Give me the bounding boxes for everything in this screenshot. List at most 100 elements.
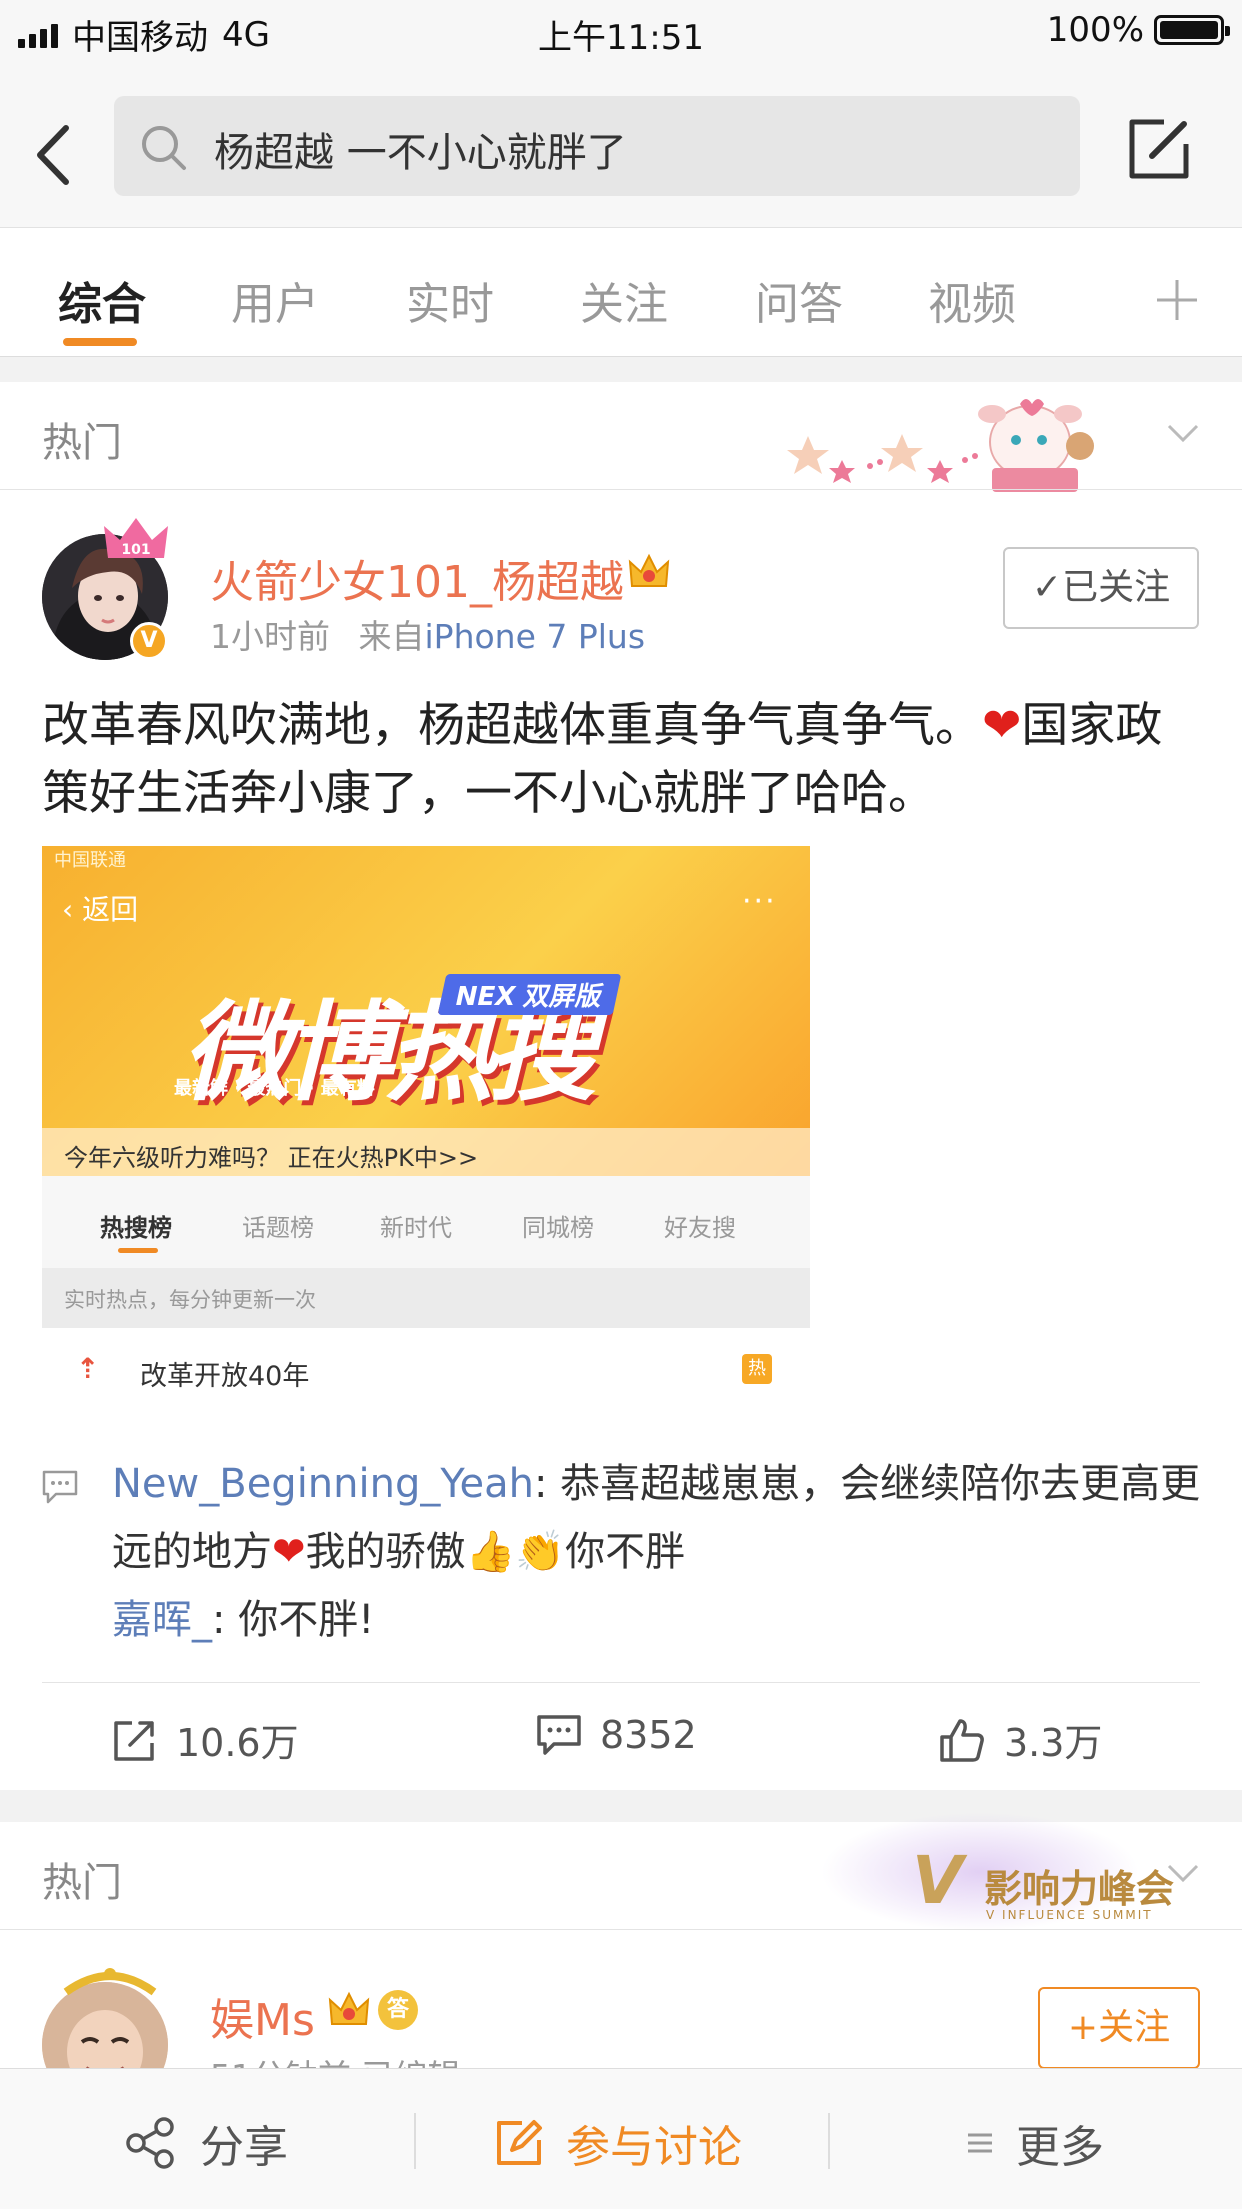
battery-percent: 100%	[1046, 10, 1144, 50]
share-button[interactable]: 分享	[124, 2111, 288, 2175]
back-button[interactable]	[30, 120, 80, 190]
bottom-separator	[414, 2113, 416, 2169]
search-query: 杨超越 一不小心就胖了	[214, 130, 627, 176]
repost-count: 10.6万	[176, 1721, 299, 1765]
check-icon: ✓	[1031, 567, 1063, 608]
image-top-pin-icon: ⇡	[76, 1352, 100, 1385]
status-right: 100%	[1046, 10, 1230, 50]
svg-text:101: 101	[121, 542, 150, 558]
image-tab-local: 同城榜	[522, 1214, 594, 1242]
image-back-text: 返回	[82, 893, 139, 926]
search-icon	[142, 126, 186, 170]
post-card: 热门 V 影响力峰会 V INFLUENCE SUMMIT 娱Ms 答 51分钟…	[0, 1812, 1242, 2108]
summit-banner-sub: V INFLUENCE SUMMIT	[986, 1908, 1153, 1922]
author-name[interactable]: 火箭少女101_杨超越	[210, 546, 624, 610]
summit-v-icon: V	[912, 1842, 964, 1919]
answerer-badge-icon: 答	[378, 1990, 418, 2030]
summit-banner-title: 影响力峰会	[984, 1867, 1175, 1911]
verified-badge-icon: V	[130, 622, 168, 660]
clap-emoji-icon: 👏	[515, 1529, 566, 1575]
post-meta: 1小时前 来自iPhone 7 Plus	[210, 610, 645, 658]
tab-comprehensive[interactable]: 综合	[58, 268, 146, 332]
crown-icon: 101	[104, 518, 168, 558]
comment-text-end: 你不胖	[565, 1529, 686, 1575]
image-promo: 今年六级听力难吗？ 正在火热PK中>>	[64, 1144, 479, 1172]
tab-video[interactable]: 视频	[928, 268, 1016, 332]
section-label-hot: 热门	[42, 1860, 122, 1906]
comment-count: 8352	[600, 1713, 697, 1757]
actions-divider	[42, 1682, 1200, 1683]
compose-icon	[1129, 119, 1189, 179]
followed-button[interactable]: ✓已关注	[1003, 547, 1199, 629]
like-icon	[940, 1718, 984, 1762]
heart-emoji-icon: ❤	[982, 698, 1022, 753]
decorative-sticker-icon	[787, 399, 1094, 492]
comment-user[interactable]: 嘉晖_	[112, 1597, 212, 1643]
comment-text-part2: 我的骄傲	[305, 1529, 466, 1575]
compose-button[interactable]	[1124, 114, 1194, 184]
post-text: 改革春风吹满地，杨超越体重真争气真争气。❤国家政策好生活奔小康了，一不小心就胖了…	[42, 692, 1202, 828]
more-button[interactable]: 更多	[966, 2111, 1104, 2175]
image-more-icon: ···	[742, 884, 777, 919]
comment-sep: :	[533, 1461, 561, 1507]
tab-following[interactable]: 关注	[580, 268, 668, 332]
repost-icon	[114, 1720, 154, 1761]
image-tab-topics: 话题榜	[242, 1214, 314, 1242]
status-bar: 中国移动 4G 上午11:51 100%	[0, 0, 1242, 62]
post-text-part1: 改革春风吹满地，杨超越体重真争气真争气。	[42, 698, 982, 753]
tab-users[interactable]: 用户	[231, 268, 319, 332]
image-hot-badge: 热	[742, 1354, 772, 1384]
bottom-action-bar: 分享 参与讨论 更多	[0, 2068, 1242, 2209]
tab-realtime[interactable]: 实时	[406, 268, 494, 332]
comment-button[interactable]: 8352	[536, 1712, 697, 1758]
member-crown-icon	[328, 1991, 370, 2025]
comment-preview-icon	[42, 1470, 78, 1504]
headband-icon	[63, 1968, 157, 1996]
followed-label: 已关注	[1062, 567, 1171, 608]
author-name[interactable]: 娱Ms	[210, 1984, 315, 2048]
like-count: 3.3万	[1004, 1721, 1103, 1765]
thumbs-up-emoji-icon: 👍	[465, 1529, 516, 1575]
bottom-separator	[828, 2113, 830, 2169]
section-label-hot: 热门	[42, 420, 122, 466]
member-crown-icon	[628, 553, 670, 587]
search-input[interactable]: 杨超越 一不小心就胖了	[114, 96, 1080, 196]
section-divider	[0, 1929, 1242, 1930]
comment-item: 嘉晖_: 你不胖!	[112, 1586, 374, 1654]
post-source-prefix: 来自	[358, 617, 425, 656]
tab-qa[interactable]: 问答	[755, 268, 843, 332]
comment-icon	[537, 1715, 581, 1755]
search-header: 杨超越 一不小心就胖了	[0, 62, 1242, 228]
edit-icon	[497, 2120, 542, 2165]
battery-icon	[1154, 15, 1230, 45]
like-button[interactable]: 3.3万	[938, 1712, 1102, 1767]
follow-button[interactable]: +关注	[1038, 1987, 1200, 2069]
image-carrier: 中国联通	[54, 850, 126, 871]
heart-emoji-icon: ❤	[272, 1529, 306, 1575]
comment-sep: :	[212, 1597, 239, 1643]
image-back-label: ‹ 返回	[62, 893, 139, 926]
post-card: 热门 101 V 火箭少女101_杨超越 1小时前 来自iPhone 7 Plu…	[0, 382, 1242, 1790]
back-arrow-icon	[37, 125, 69, 185]
image-tab-friends: 好友搜	[664, 1214, 736, 1242]
share-icon	[126, 2117, 174, 2169]
image-tab-hot: 热搜榜	[100, 1214, 172, 1242]
add-tab-button[interactable]	[1155, 264, 1199, 336]
image-tab-indicator	[118, 1248, 158, 1253]
plus-icon	[1157, 280, 1197, 320]
image-tab-newera: 新时代	[380, 1214, 452, 1242]
menu-icon	[968, 2133, 992, 2153]
comment-user[interactable]: New_Beginning_Yeah	[112, 1461, 534, 1507]
share-label: 分享	[200, 2122, 288, 2173]
post-source[interactable]: iPhone 7 Plus	[425, 617, 646, 656]
active-tab-indicator	[63, 338, 137, 346]
search-tabs: 综合 用户 实时 关注 问答 视频	[0, 228, 1242, 357]
image-top-item: 改革开放40年	[140, 1361, 310, 1392]
collapse-chevron-icon[interactable]	[1166, 416, 1200, 450]
collapse-chevron-icon[interactable]	[1166, 1856, 1200, 1890]
post-image[interactable]: 中国联通 ‹ 返回 ··· 微博热搜 NEX 双屏版 最新鲜 · 最热门 · 最…	[42, 846, 810, 1418]
discuss-label: 参与讨论	[566, 2122, 742, 2173]
image-hint: 实时热点，每分钟更新一次	[64, 1288, 316, 1312]
discuss-button[interactable]: 参与讨论	[494, 2111, 742, 2175]
repost-button[interactable]: 10.6万	[112, 1712, 299, 1767]
